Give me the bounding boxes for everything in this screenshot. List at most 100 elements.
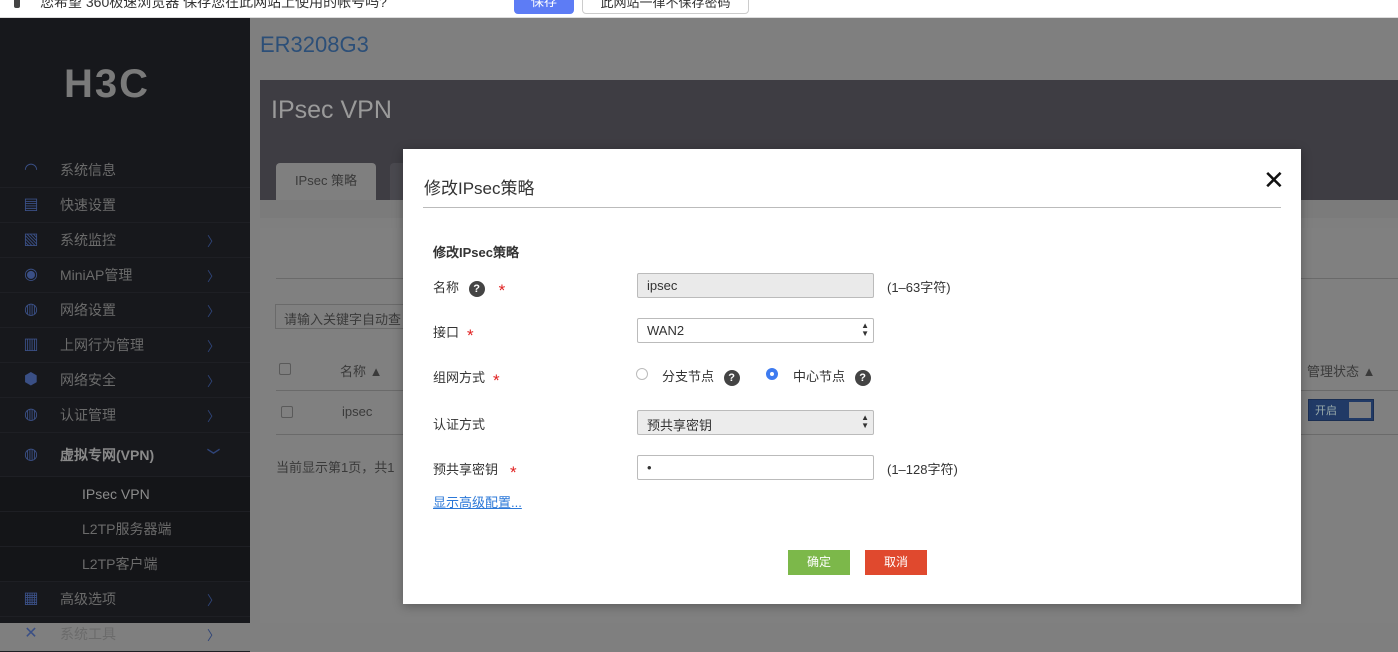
dialog-title: 修改IPsec策略 (424, 179, 535, 198)
globe-lock-icon: ◍ (24, 445, 38, 463)
psk-hint: (1–128字符) (887, 462, 958, 477)
row-name: ipsec (342, 404, 373, 419)
chevron-right-icon: 〉 (206, 233, 220, 249)
sidebar-item-label: 系统信息 (60, 162, 116, 178)
chevron-down-icon: ﹀ (206, 448, 220, 463)
sidebar-item[interactable]: ◍ 网络设置 〉 (0, 293, 250, 328)
sidebar-item-label: 网络安全 (60, 372, 116, 388)
select-all-checkbox[interactable] (279, 363, 291, 375)
password-prompt: 您希望 360极速浏览器 保存您在此网站上使用的帐号吗? (40, 0, 387, 10)
sidebar-item-label: 认证管理 (60, 407, 116, 423)
psk-input[interactable]: • (637, 455, 874, 480)
sidebar: H3C ◠ 系统信息 ▤ 快速设置 ▧ 系统监控〉 ◉ MiniAP管理〉 ◍ 网络设置〉 ▥ 上网行… (0, 18, 250, 652)
edit-ipsec-dialog: 修改IPsec策略 ✕ 修改IPsec策略 名称 ? * ipsec (1–63字… (403, 149, 1301, 604)
sidebar-item[interactable]: ✕ 系统工具 〉 (0, 617, 250, 652)
sidebar-item[interactable]: ▦ 高级选项 〉 (0, 582, 250, 617)
radio-branch-node[interactable] (636, 368, 648, 380)
sidebar-item-label: 虚拟专网(VPN) (60, 446, 155, 463)
sidebar-item-label: 系统监控 (60, 232, 116, 248)
globe-user-icon: ◍ (24, 406, 38, 423)
name-label-text: 名称 (433, 280, 460, 295)
chevron-right-icon: 〉 (206, 338, 220, 354)
chevron-right-icon: 〉 (206, 408, 220, 424)
sidebar-item[interactable]: ▧ 系统监控 〉 (0, 223, 250, 258)
required-star-icon: * (498, 281, 506, 300)
cancel-button[interactable]: 取消 (865, 550, 927, 575)
section-title: 修改IPsec策略 (433, 245, 519, 260)
tools-icon: ✕ (24, 625, 38, 642)
divider (423, 207, 1281, 208)
monitor-icon: ▧ (23, 231, 39, 248)
help-icon[interactable]: ? (854, 369, 871, 386)
dashboard-icon: ◠ (24, 161, 38, 178)
save-password-button[interactable]: 保存 (514, 0, 574, 14)
sidebar-item-label: 系统工具 (60, 626, 116, 642)
chevron-right-icon: 〉 (206, 268, 220, 284)
network-mode-label-text: 组网方式 (433, 370, 486, 385)
sidebar-subitem[interactable]: IPsec VPN (0, 477, 250, 512)
sidebar-item-label: 上网行为管理 (60, 337, 144, 353)
grid-search-icon: ▦ (23, 590, 39, 607)
interface-select[interactable]: WAN2 ▲ ▼ (637, 318, 874, 343)
sidebar-item[interactable]: ◍ 虚拟专网(VPN) ﹀ (0, 433, 250, 477)
pager-text: 当前显示第1页，共1 (276, 460, 395, 475)
tab-ipsec-policy[interactable]: IPsec 策略 (276, 163, 376, 200)
sidebar-subitem[interactable]: L2TP服务器端 (0, 512, 250, 547)
required-star-icon: * (493, 371, 500, 390)
psk-label-text: 预共享密钥 (433, 462, 499, 477)
interface-label: 接口 * (433, 322, 474, 345)
chevron-right-icon: 〉 (206, 303, 220, 319)
globe-icon: ◍ (24, 301, 38, 318)
status-toggle[interactable]: 开启 (1308, 399, 1374, 421)
column-header-name[interactable]: 名称 ▲ (340, 361, 382, 380)
help-icon[interactable]: ? (723, 369, 740, 386)
document-icon: ▥ (23, 336, 39, 353)
select-arrows-icon: ▲ ▼ (861, 413, 869, 430)
sidebar-nav: ◠ 系统信息 ▤ 快速设置 ▧ 系统监控〉 ◉ MiniAP管理〉 ◍ 网络设置〉 ▥ 上网行为管理〉… (0, 153, 250, 652)
sidebar-item-label: MiniAP管理 (60, 267, 133, 283)
branch-node-label: 分支节点 ? (662, 366, 740, 386)
auth-mode-label: 认证方式 (433, 417, 486, 432)
quick-setup-icon: ▤ (23, 196, 39, 213)
sidebar-item[interactable]: ▥ 上网行为管理 〉 (0, 328, 250, 363)
sidebar-item-label: 快速设置 (60, 197, 116, 213)
sidebar-item[interactable]: ◠ 系统信息 (0, 153, 250, 188)
sidebar-item-label: 网络设置 (60, 302, 116, 318)
sidebar-item[interactable]: ⬢ 网络安全 〉 (0, 363, 250, 398)
select-arrows-icon: ▲ ▼ (861, 321, 869, 338)
confirm-button[interactable]: 确定 (788, 550, 850, 575)
sidebar-item[interactable]: ◉ MiniAP管理 〉 (0, 258, 250, 293)
name-label: 名称 ? * (433, 277, 506, 300)
sidebar-item[interactable]: ▤ 快速设置 (0, 188, 250, 223)
psk-label: 预共享密钥 * (433, 459, 517, 482)
chevron-right-icon: 〉 (206, 627, 220, 643)
show-advanced-link[interactable]: 显示高级配置... (433, 492, 522, 511)
never-save-button[interactable]: 此网站一律不保存密码 (582, 0, 749, 14)
interface-value: WAN2 (647, 323, 685, 338)
search-input[interactable]: 请输入关键字自动查 (275, 304, 415, 329)
toggle-label: 开启 (1315, 405, 1337, 417)
required-star-icon: * (467, 326, 474, 345)
key-icon (14, 0, 20, 8)
h3c-logo: H3C (64, 62, 151, 106)
name-field[interactable]: ipsec (637, 273, 874, 298)
radio-center-node[interactable] (766, 368, 778, 380)
help-icon[interactable]: ? (468, 280, 485, 297)
toggle-knob (1349, 402, 1371, 418)
auth-mode-value: 预共享密钥 (647, 418, 713, 433)
auth-mode-select[interactable]: 预共享密钥 ▲ ▼ (637, 410, 874, 435)
device-title: ER3208G3 (260, 32, 369, 57)
shield-icon: ⬢ (24, 371, 38, 388)
chevron-right-icon: 〉 (206, 592, 220, 608)
network-mode-label: 组网方式 * (433, 367, 500, 390)
column-header-status[interactable]: 管理状态 ▲ (1307, 361, 1375, 380)
browser-password-bar: 您希望 360极速浏览器 保存您在此网站上使用的帐号吗? 保存 此网站一律不保存… (0, 0, 1398, 18)
sidebar-item-label: 高级选项 (60, 591, 116, 607)
sidebar-item[interactable]: ◍ 认证管理 〉 (0, 398, 250, 433)
close-icon[interactable]: ✕ (1263, 165, 1285, 196)
sidebar-subitem[interactable]: L2TP客户端 (0, 547, 250, 582)
interface-label-text: 接口 (433, 325, 460, 340)
branch-node-text: 分支节点 (662, 369, 715, 384)
row-checkbox[interactable] (281, 406, 293, 418)
wifi-icon: ◉ (24, 266, 38, 283)
